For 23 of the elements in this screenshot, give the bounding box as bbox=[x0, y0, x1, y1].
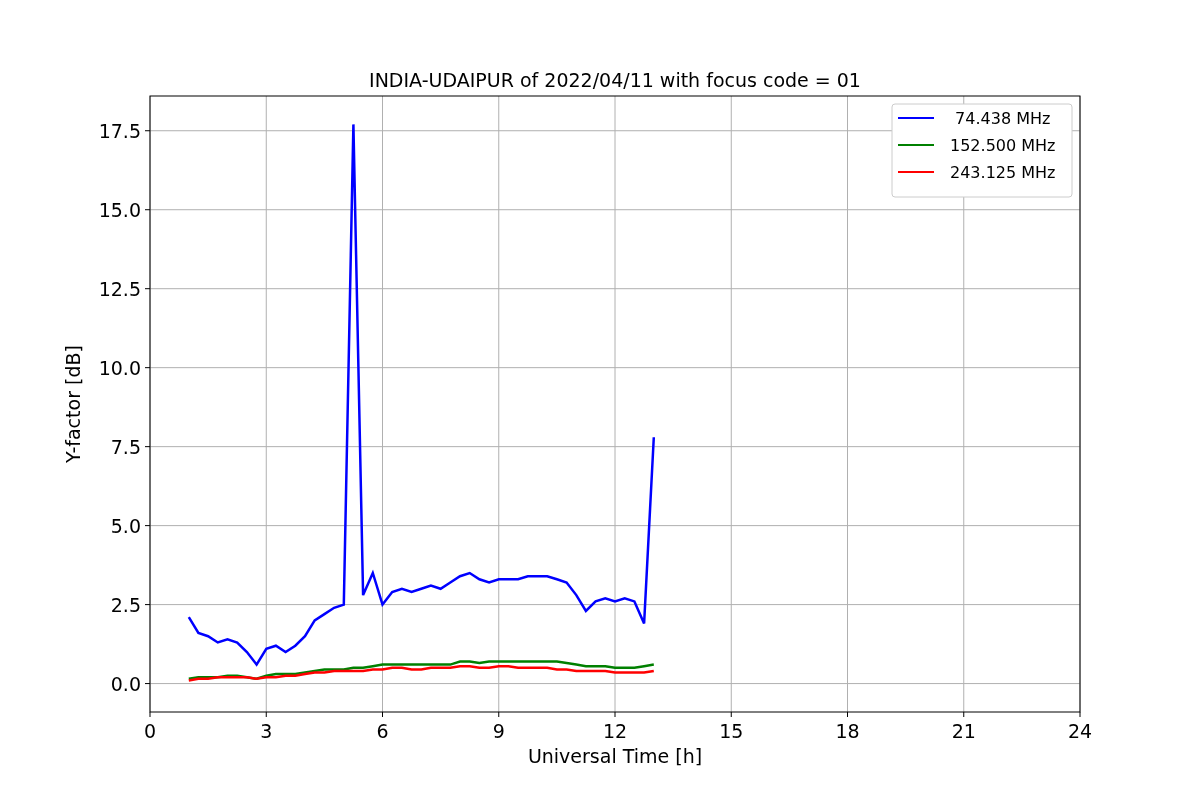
tick-label: 9 bbox=[492, 720, 505, 742]
tick-label: 2.5 bbox=[110, 593, 141, 616]
tick-label: 5.0 bbox=[110, 514, 141, 537]
tick-label: 12.5 bbox=[98, 277, 141, 300]
tick-label: 3 bbox=[260, 720, 273, 742]
chart-title: INDIA-UDAIPUR of 2022/04/11 with focus code = 01 bbox=[369, 69, 861, 91]
tick-label: 18 bbox=[835, 720, 860, 742]
tick-label: 12 bbox=[602, 720, 628, 742]
tick-label: 10.0 bbox=[98, 356, 141, 379]
legend-label: 152.500 MHz bbox=[950, 136, 1056, 155]
tick-label: 0.0 bbox=[110, 672, 141, 695]
axis-label: Y-factor [dB] bbox=[62, 345, 84, 463]
axis-label: Universal Time [h] bbox=[527, 745, 703, 767]
tick-label: 17.5 bbox=[98, 119, 141, 142]
tick-label: 7.5 bbox=[110, 435, 141, 458]
tick-label: 24 bbox=[1067, 720, 1093, 742]
tick-label: 15.0 bbox=[98, 198, 141, 221]
tick-label: 0 bbox=[143, 720, 157, 742]
tick-label: 21 bbox=[951, 720, 976, 742]
tick-label: 6 bbox=[376, 720, 389, 742]
tick-label: 15 bbox=[719, 720, 744, 742]
legend-label: 243.125 MHz bbox=[950, 163, 1056, 182]
legend-label: 74.438 MHz bbox=[955, 109, 1051, 128]
